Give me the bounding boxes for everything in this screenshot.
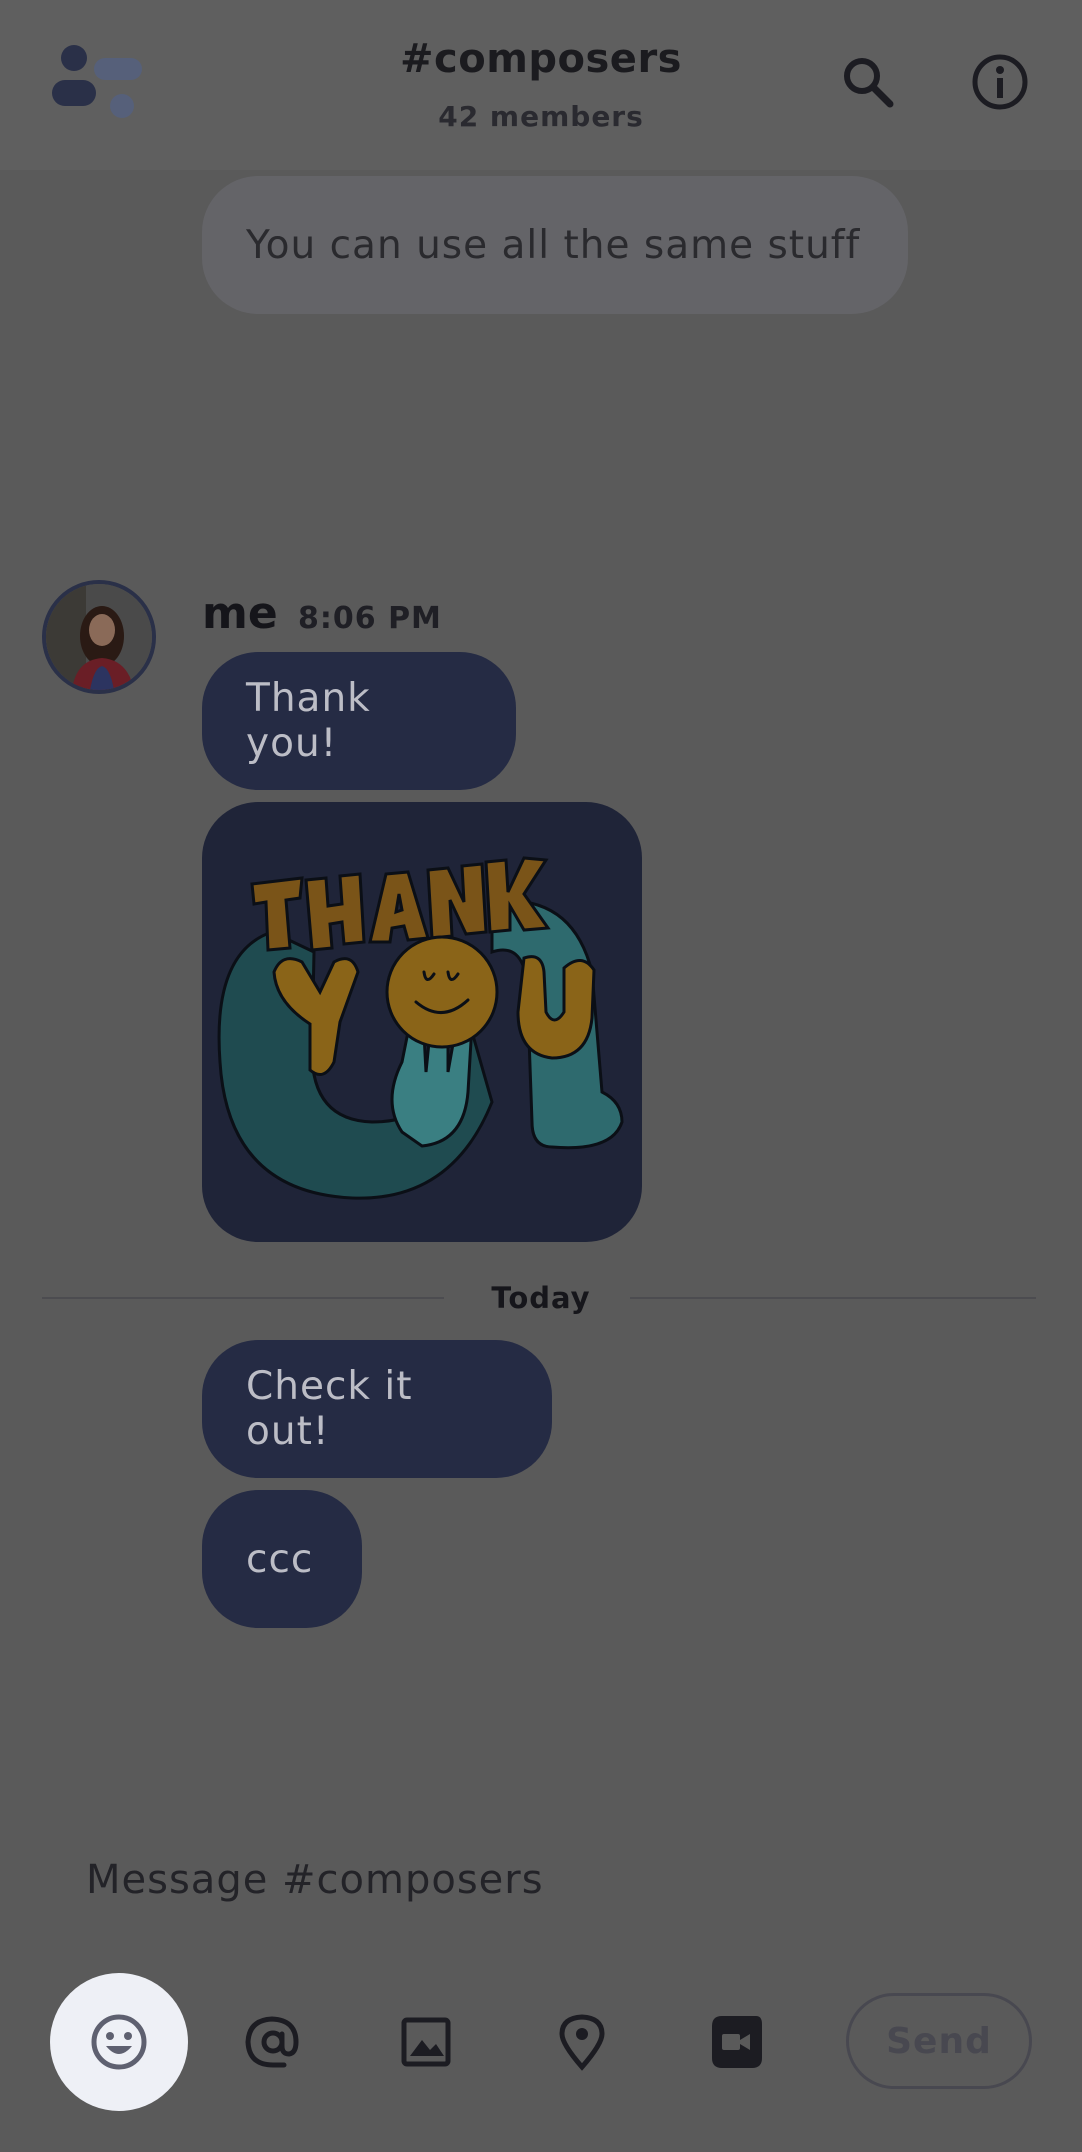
- location-icon[interactable]: [552, 2012, 612, 2072]
- message-text: Thank you!: [246, 676, 371, 766]
- message-bubble[interactable]: ccc: [202, 1490, 362, 1628]
- sender-name[interactable]: me: [202, 588, 278, 639]
- message-bubble[interactable]: Check it out!: [202, 1340, 552, 1478]
- image-icon[interactable]: [396, 2012, 456, 2072]
- emoji-button[interactable]: [50, 1973, 188, 2111]
- emoji-icon: [91, 2014, 147, 2070]
- chat-screen: #composers 42 members You can use all th…: [0, 0, 1082, 2152]
- member-count[interactable]: 42 members: [0, 100, 1082, 133]
- channel-title: #composers: [400, 36, 682, 82]
- date-divider-label: Today: [491, 1281, 591, 1315]
- message-timestamp: 8:06 PM: [298, 601, 442, 636]
- message-input[interactable]: [86, 1850, 986, 1910]
- mention-icon[interactable]: [242, 2012, 302, 2072]
- thank-you-sticker-icon: [217, 856, 624, 1200]
- search-icon[interactable]: [838, 52, 898, 112]
- message-text: You can use all the same stuff: [246, 222, 861, 268]
- message-bubble[interactable]: You can use all the same stuff: [202, 176, 908, 314]
- send-button[interactable]: Send: [846, 1993, 1032, 2089]
- message-text: ccc: [246, 1536, 314, 1582]
- message-bubble[interactable]: Thank you!: [202, 652, 516, 790]
- info-icon[interactable]: [970, 52, 1030, 112]
- channel-header: #composers 42 members: [0, 0, 1082, 170]
- sticker-message[interactable]: [202, 802, 642, 1242]
- message-text: Check it out!: [246, 1364, 413, 1454]
- avatar[interactable]: [42, 580, 156, 694]
- avatar-photo: [46, 584, 152, 690]
- video-icon[interactable]: [706, 2012, 766, 2072]
